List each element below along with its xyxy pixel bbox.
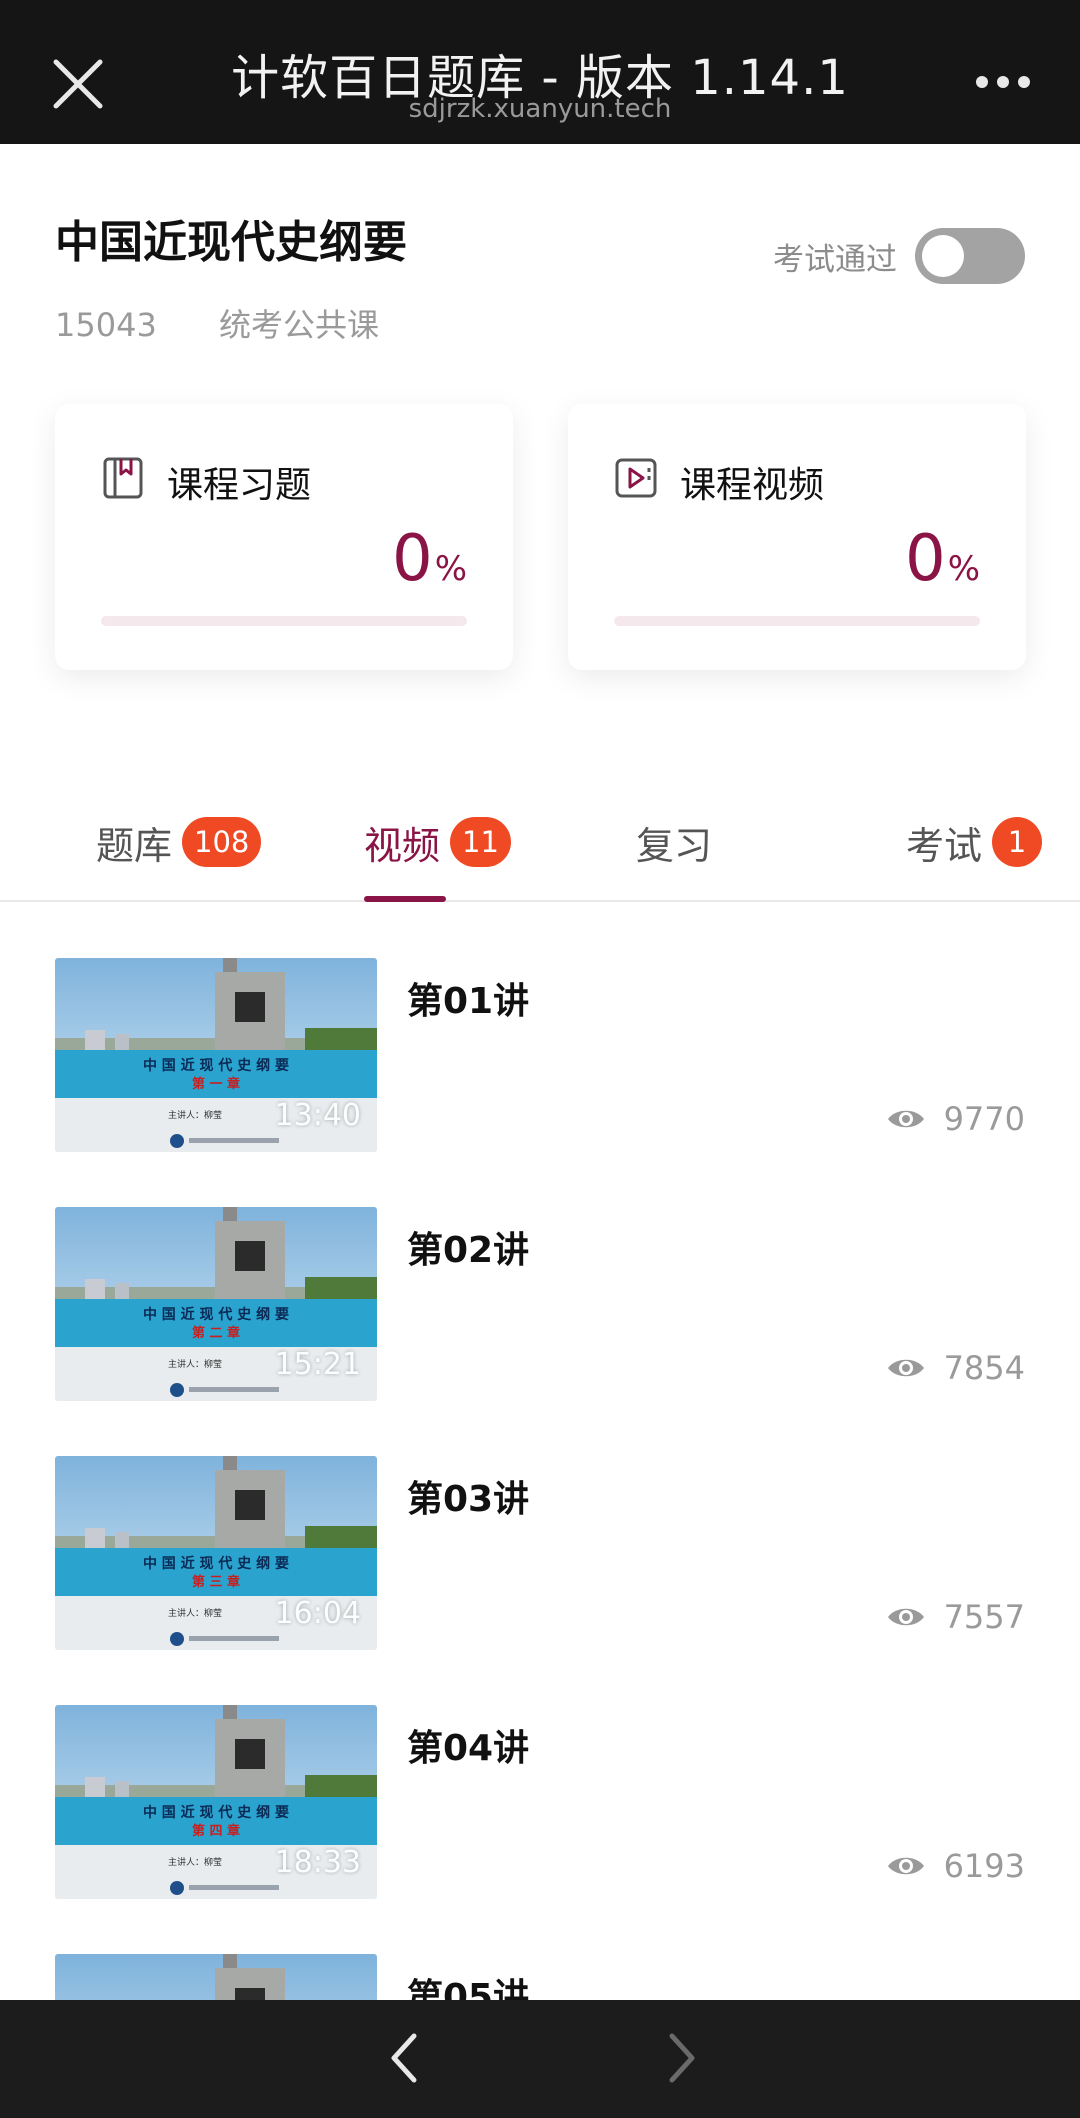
view-count-value: 9770 — [943, 1100, 1025, 1138]
back-arrow-icon[interactable] — [384, 2028, 424, 2088]
view-count: 7854 — [886, 1349, 1025, 1387]
video-list-item[interactable]: 中 国 近 现 代 史 纲 要 第 二 章 主讲人：柳莹 15:21 第02讲 … — [55, 1207, 1025, 1401]
video-play-icon — [615, 458, 657, 498]
svg-text:第 四 章: 第 四 章 — [192, 1823, 240, 1839]
tab-videos[interactable]: 视频 11 — [364, 814, 511, 870]
book-icon — [103, 457, 143, 499]
active-tab-indicator — [364, 896, 446, 902]
forward-arrow-icon[interactable] — [662, 2028, 702, 2088]
view-count-value: 6193 — [943, 1847, 1025, 1885]
video-duration: 13:40 — [274, 1098, 361, 1133]
tab-exam[interactable]: 考试 1 — [906, 814, 1043, 870]
video-progress-card[interactable]: 课程视频 0% — [568, 404, 1026, 670]
svg-text:第 二 章: 第 二 章 — [192, 1325, 240, 1341]
svg-text:中 国 近 现 代 史 纲 要: 中 国 近 现 代 史 纲 要 — [143, 1804, 289, 1821]
video-thumbnail[interactable]: 中 国 近 现 代 史 纲 要 第 一 章 主讲人：柳莹 13:40 — [55, 958, 377, 1152]
app-url: sdjrzk.xuanyun.tech — [408, 94, 672, 124]
svg-text:主讲人：柳莹: 主讲人：柳莹 — [168, 1109, 222, 1121]
eye-icon — [887, 1359, 924, 1377]
video-title: 第02讲 — [407, 1230, 530, 1271]
tab-bar: 题库 108 视频 11 复习 考试 1 — [0, 800, 1080, 902]
video-duration: 18:33 — [274, 1845, 361, 1880]
more-icon[interactable] — [976, 76, 1030, 90]
view-count-value: 7854 — [943, 1349, 1025, 1387]
card-percent: 0% — [904, 522, 980, 596]
course-category: 统考公共课 — [218, 306, 379, 344]
svg-text:主讲人：柳莹: 主讲人：柳莹 — [168, 1358, 222, 1370]
bottom-nav-bar — [0, 2000, 1080, 2118]
video-list-item[interactable]: 中 国 近 现 代 史 纲 要 第 一 章 主讲人：柳莹 13:40 第01讲 … — [55, 958, 1025, 1152]
svg-text:第 一 章: 第 一 章 — [192, 1076, 240, 1092]
progress-bar — [614, 616, 980, 626]
count-badge: 108 — [182, 817, 262, 867]
top-bar: 计软百日题库 - 版本 1.14.1 sdjrzk.xuanyun.tech — [0, 0, 1080, 144]
video-title: 第01讲 — [407, 981, 530, 1022]
exam-pass-label: 考试通过 — [773, 241, 897, 278]
video-title: 第04讲 — [407, 1728, 530, 1769]
eye-icon — [887, 1857, 924, 1875]
exam-pass-toggle[interactable] — [915, 228, 1025, 284]
view-count: 7557 — [886, 1598, 1025, 1636]
course-meta: 15043 统考公共课 — [55, 300, 379, 346]
video-duration: 16:04 — [274, 1596, 361, 1631]
eye-icon — [887, 1608, 924, 1626]
view-count: 6193 — [886, 1847, 1025, 1885]
svg-text:中 国 近 现 代 史 纲 要: 中 国 近 现 代 史 纲 要 — [143, 1306, 289, 1323]
video-thumbnail[interactable]: 中 国 近 现 代 史 纲 要 第 三 章 主讲人：柳莹 16:04 — [55, 1456, 377, 1650]
svg-text:中 国 近 现 代 史 纲 要: 中 国 近 现 代 史 纲 要 — [143, 1057, 289, 1074]
count-badge: 1 — [992, 817, 1043, 867]
view-count: 9770 — [886, 1100, 1025, 1138]
svg-text:中 国 近 现 代 史 纲 要: 中 国 近 现 代 史 纲 要 — [143, 1555, 289, 1572]
tab-question-bank[interactable]: 题库 108 — [96, 814, 262, 870]
eye-icon — [887, 1110, 924, 1128]
card-percent: 0% — [391, 522, 467, 596]
svg-text:主讲人：柳莹: 主讲人：柳莹 — [168, 1607, 222, 1619]
video-title: 第03讲 — [407, 1479, 530, 1520]
tab-review[interactable]: 复习 — [636, 814, 712, 870]
progress-bar — [101, 616, 467, 626]
view-count-value: 7557 — [943, 1598, 1025, 1636]
video-list-item[interactable]: 中 国 近 现 代 史 纲 要 第 三 章 主讲人：柳莹 16:04 第03讲 … — [55, 1456, 1025, 1650]
toggle-knob — [922, 235, 964, 277]
video-thumbnail[interactable]: 中 国 近 现 代 史 纲 要 第 四 章 主讲人：柳莹 18:33 — [55, 1705, 377, 1899]
video-list-item[interactable]: 中 国 近 现 代 史 纲 要 第 四 章 主讲人：柳莹 18:33 第04讲 … — [55, 1705, 1025, 1899]
course-title: 中国近现代史纲要 — [55, 217, 407, 268]
video-duration: 15:21 — [274, 1347, 361, 1382]
course-code: 15043 — [55, 306, 157, 344]
card-label: 课程视频 — [680, 465, 825, 506]
video-thumbnail[interactable]: 中 国 近 现 代 史 纲 要 第 二 章 主讲人：柳莹 15:21 — [55, 1207, 377, 1401]
count-badge: 11 — [450, 817, 511, 867]
svg-text:第 三 章: 第 三 章 — [192, 1574, 240, 1590]
card-label: 课程习题 — [167, 465, 312, 506]
exercise-progress-card[interactable]: 课程习题 0% — [55, 404, 513, 670]
svg-text:主讲人：柳莹: 主讲人：柳莹 — [168, 1856, 222, 1868]
exam-pass-setting: 考试通过 — [773, 228, 1025, 284]
